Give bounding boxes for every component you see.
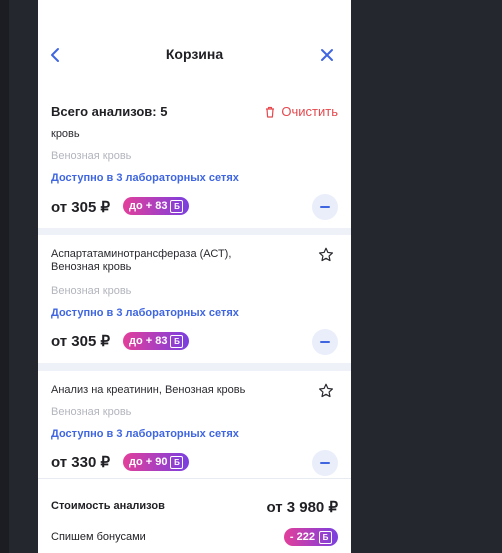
item-name: Аспартатаминотрансфераза (АСТ), Венозная…	[51, 248, 232, 273]
remove-item-button[interactable]	[312, 450, 338, 476]
item-name: Анализ на креатинин, Венозная кровь	[51, 384, 246, 396]
availability-link[interactable]: Доступно в 3 лабораторных сетях	[51, 307, 239, 319]
remove-item-button[interactable]	[312, 329, 338, 355]
bonus-badge: до + 83 Б	[123, 332, 190, 350]
item-sample-type: Венозная кровь	[51, 285, 132, 297]
item-price: от 305 ₽	[51, 333, 111, 350]
close-icon	[321, 49, 333, 61]
minus-icon	[320, 462, 330, 464]
availability-link[interactable]: Доступно в 3 лабораторных сетях	[51, 172, 239, 184]
bonus-value: до + 90	[129, 456, 168, 468]
minus-icon	[320, 206, 330, 208]
bonus-icon: Б	[170, 199, 184, 213]
star-icon[interactable]	[317, 382, 335, 400]
item-name: кровь	[51, 128, 80, 140]
total-count: Всего анализов: 5	[51, 104, 168, 119]
item-price: от 305 ₽	[51, 199, 111, 216]
background-strip	[0, 0, 9, 553]
cart-item: Анализ на креатинин, Венозная кровь Вено…	[38, 371, 351, 478]
remove-item-button[interactable]	[312, 194, 338, 220]
item-sample-type: Венозная кровь	[51, 406, 132, 418]
cart-screen: Корзина Всего анализов: 5 Очистить кровь…	[38, 0, 351, 553]
minus-icon	[320, 341, 330, 343]
cost-label: Стоимость анализов	[51, 500, 165, 512]
close-button[interactable]	[315, 43, 339, 67]
clear-label: Очистить	[281, 104, 338, 119]
cart-list[interactable]: кровь Венозная кровь Доступно в 3 лабора…	[38, 126, 351, 478]
item-price: от 330 ₽	[51, 454, 111, 471]
trash-icon	[266, 106, 275, 118]
cart-item: Аспартатаминотрансфераза (АСТ), Венозная…	[38, 235, 351, 363]
bonus-badge: до + 83 Б	[123, 197, 190, 215]
bonus-deduct-value: - 222	[289, 531, 315, 543]
cart-item: кровь Венозная кровь Доступно в 3 лабора…	[38, 126, 351, 228]
cost-value: от 3 980 ₽	[266, 499, 338, 516]
cart-footer: Стоимость анализов от 3 980 ₽ Спишем бон…	[38, 478, 351, 553]
bonus-icon: Б	[170, 455, 184, 469]
bonus-value: до + 83	[129, 200, 168, 212]
availability-link[interactable]: Доступно в 3 лабораторных сетях	[51, 428, 239, 440]
star-icon[interactable]	[317, 246, 335, 264]
bonus-value: до + 83	[129, 335, 168, 347]
bonus-icon: Б	[170, 334, 184, 348]
clear-button[interactable]: Очистить	[265, 104, 338, 119]
header: Корзина	[38, 0, 351, 88]
cart-summary: Всего анализов: 5 Очистить	[38, 94, 351, 128]
bonus-deduct-label: Спишем бонусами	[51, 531, 146, 543]
bonus-deduct-badge: - 222 Б	[283, 528, 338, 546]
bonus-badge: до + 90 Б	[123, 453, 190, 471]
page-title: Корзина	[165, 46, 224, 62]
item-sample-type: Венозная кровь	[51, 150, 132, 162]
bonus-icon: Б	[319, 530, 332, 544]
